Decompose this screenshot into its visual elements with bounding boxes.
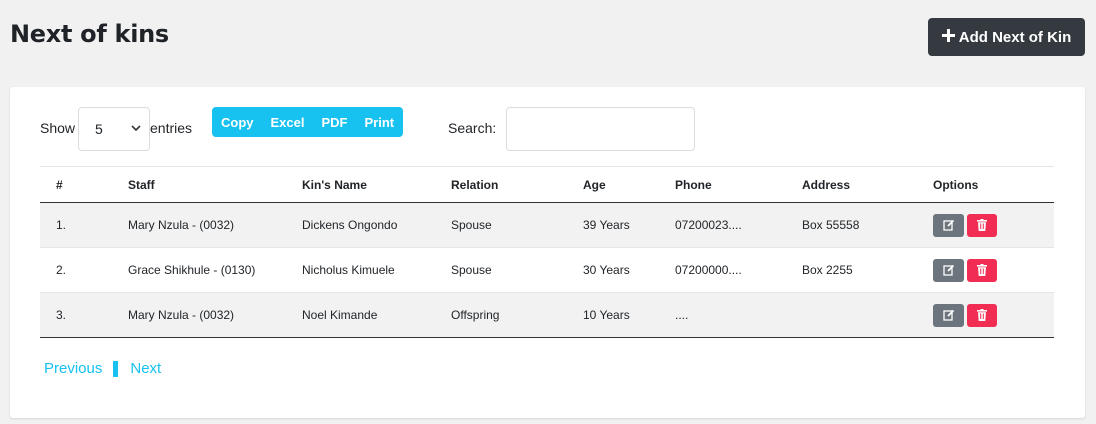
trash-icon	[977, 309, 987, 321]
excel-button[interactable]: Excel	[271, 115, 305, 130]
pagination: Previous Next	[44, 360, 161, 377]
header-options: Options	[933, 177, 979, 192]
table-header-row: # Staff Kin's Name Relation Age Phone Ad…	[40, 166, 1054, 203]
cell-age: 10 Years	[583, 308, 630, 322]
show-label: Show	[40, 120, 76, 136]
delete-button[interactable]	[967, 303, 997, 327]
next-of-kin-table: # Staff Kin's Name Relation Age Phone Ad…	[40, 166, 1054, 338]
edit-icon	[942, 309, 954, 321]
search-label: Search:	[448, 120, 497, 136]
current-page-indicator[interactable]	[113, 360, 119, 377]
cell-address: Box 2255	[802, 263, 853, 277]
cell-kins-name: Dickens Ongondo	[302, 218, 398, 232]
cell-number: 1.	[56, 218, 67, 232]
cell-phone: ....	[675, 308, 689, 322]
cell-address	[802, 293, 933, 338]
cell-options	[933, 248, 1054, 293]
cell-phone: 07200000....	[675, 263, 742, 277]
cell-options	[933, 203, 1054, 248]
entries-select[interactable]: 5	[78, 107, 150, 151]
copy-button[interactable]: Copy	[221, 115, 254, 130]
content-card: Show 5 entries Copy Excel PDF Print Sear…	[10, 87, 1085, 418]
header-relation[interactable]: Relation	[451, 167, 583, 203]
pdf-button[interactable]: PDF	[321, 115, 347, 130]
cell-relation: Spouse	[451, 263, 492, 277]
header-age[interactable]: Age	[583, 167, 675, 203]
cell-phone: 07200023....	[675, 218, 742, 232]
header-phone[interactable]: Phone	[675, 167, 802, 203]
cell-kins-name: Noel Kimande	[302, 308, 378, 322]
cell-age: 39 Years	[583, 218, 630, 232]
export-button-group: Copy Excel PDF Print	[212, 107, 403, 137]
cell-address: Box 55558	[802, 218, 860, 232]
cell-relation: Spouse	[451, 218, 492, 232]
table-row: 1. Mary Nzula - (0032) Dickens Ongondo S…	[40, 202, 1054, 248]
previous-page-link[interactable]: Previous	[44, 360, 102, 377]
table-row: 2. Grace Shikhule - (0130) Nicholus Kimu…	[40, 248, 1054, 293]
cell-number: 3.	[56, 308, 67, 322]
header-staff[interactable]: Staff	[128, 167, 302, 203]
cell-age: 30 Years	[583, 263, 630, 277]
edit-button[interactable]	[933, 303, 964, 327]
delete-button[interactable]	[967, 258, 997, 282]
edit-button[interactable]	[933, 258, 964, 282]
search-input[interactable]	[506, 107, 695, 151]
edit-button[interactable]	[933, 213, 964, 237]
edit-icon	[942, 264, 954, 276]
page-title: Next of kins	[10, 20, 169, 48]
cell-staff: Mary Nzula - (0032)	[128, 218, 235, 232]
cell-relation: Offspring	[451, 308, 500, 322]
chevron-down-icon	[131, 125, 141, 132]
delete-button[interactable]	[967, 213, 997, 237]
edit-icon	[942, 219, 954, 231]
entries-value: 5	[95, 121, 103, 137]
table-row: 3. Mary Nzula - (0032) Noel Kimande Offs…	[40, 292, 1054, 338]
header-number[interactable]: #	[40, 167, 128, 203]
cell-staff: Grace Shikhule - (0130)	[128, 263, 256, 277]
next-page-link[interactable]: Next	[130, 360, 161, 377]
header-address[interactable]: Address	[802, 167, 933, 203]
add-next-of-kin-button[interactable]: Add Next of Kin	[928, 18, 1085, 56]
entries-label: entries	[150, 120, 193, 136]
cell-number: 2.	[56, 263, 67, 277]
plus-icon	[941, 27, 955, 45]
cell-staff: Mary Nzula - (0032)	[128, 308, 235, 322]
trash-icon	[977, 264, 987, 276]
add-next-of-kin-label: Add Next of Kin	[958, 28, 1072, 46]
cell-options	[933, 293, 1054, 338]
header-kins-name[interactable]: Kin's Name	[302, 167, 451, 203]
trash-icon	[977, 219, 987, 231]
cell-kins-name: Nicholus Kimuele	[302, 263, 395, 277]
print-button[interactable]: Print	[364, 115, 394, 130]
